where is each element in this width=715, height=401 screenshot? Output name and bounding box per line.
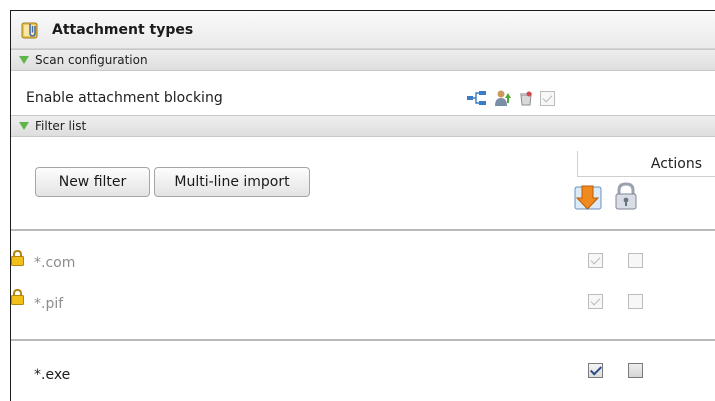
expand-triangle-icon[interactable] xyxy=(19,56,29,64)
actions-column-header: Actions xyxy=(577,151,715,177)
filter-lock-checkbox[interactable] xyxy=(628,253,643,268)
panel-title-bar: Attachment types xyxy=(11,11,715,49)
scan-configuration-label: Scan configuration xyxy=(35,53,148,67)
panel-title: Attachment types xyxy=(52,21,194,38)
filter-lock-checkbox[interactable] xyxy=(628,363,643,378)
padlock-icon xyxy=(11,288,24,305)
filter-action-checkbox[interactable] xyxy=(588,363,603,378)
filter-list-label: Filter list xyxy=(35,119,87,133)
filter-list-header[interactable]: Filter list xyxy=(11,115,715,137)
hierarchy-icon[interactable] xyxy=(466,90,488,106)
filter-lock-checkbox[interactable] xyxy=(628,294,643,309)
enable-attachment-blocking-label: Enable attachment blocking xyxy=(26,90,223,106)
filter-name: *.com xyxy=(34,255,76,271)
enable-attachment-blocking-checkbox[interactable] xyxy=(540,90,555,106)
user-filters-divider xyxy=(11,339,715,341)
cleanup-icon[interactable] xyxy=(518,90,534,106)
filter-name: *.exe xyxy=(34,367,71,383)
filter-name: *.pif xyxy=(34,296,64,312)
lock-action-icon[interactable] xyxy=(611,181,641,211)
new-filter-button[interactable]: New filter xyxy=(35,167,150,197)
block-action-icon[interactable] xyxy=(574,183,604,211)
filter-action-checkbox[interactable] xyxy=(588,294,603,309)
filter-row-exe[interactable]: *.exe xyxy=(11,357,715,395)
filter-row-pif[interactable]: *.pif xyxy=(11,286,715,324)
attachment-types-panel: Attachment types Scan configuration Enab… xyxy=(10,10,715,401)
attachment-types-icon xyxy=(21,20,41,40)
filter-list-divider xyxy=(11,229,715,231)
inherit-user-icon[interactable] xyxy=(494,89,512,107)
enable-attachment-blocking-row: Enable attachment blocking xyxy=(11,79,715,117)
padlock-icon xyxy=(11,249,24,266)
filter-action-checkbox[interactable] xyxy=(588,253,603,268)
expand-triangle-icon[interactable] xyxy=(19,122,29,130)
multi-line-import-button[interactable]: Multi-line import xyxy=(154,167,310,197)
scan-configuration-header[interactable]: Scan configuration xyxy=(11,49,715,71)
enable-row-icons xyxy=(466,89,555,107)
filter-row-com[interactable]: *.com xyxy=(11,247,715,285)
